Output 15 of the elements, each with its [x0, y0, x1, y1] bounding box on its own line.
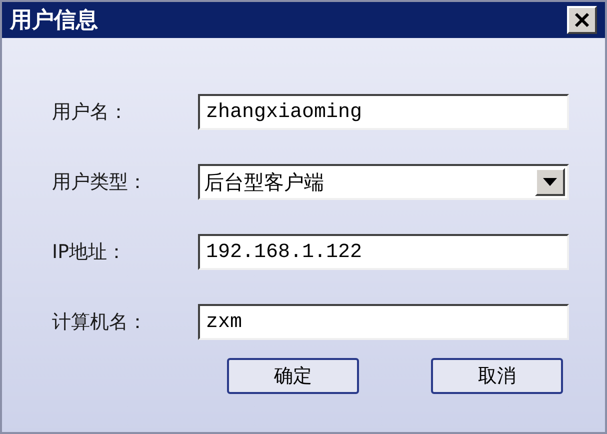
field-label: IP地址：: [52, 240, 128, 265]
ok-button[interactable]: 确定: [227, 358, 359, 394]
field-label: 用户名：: [52, 100, 129, 125]
input-field[interactable]: 192.168.1.122: [198, 234, 569, 270]
close-icon: [574, 12, 590, 28]
dropdown-button[interactable]: [535, 168, 565, 196]
user-type-dropdown[interactable]: 后台型客户端: [198, 164, 569, 200]
input-field[interactable]: zxm: [198, 304, 569, 340]
window-title: 用户信息: [10, 7, 98, 35]
caret-icon: [543, 178, 557, 186]
close-button[interactable]: [567, 6, 597, 34]
cancel-button[interactable]: 取消: [431, 358, 563, 394]
field-label: 用户类型：: [52, 170, 148, 195]
field-label: 计算机名：: [52, 310, 148, 335]
input-field[interactable]: zhangxiaoming: [198, 94, 569, 130]
